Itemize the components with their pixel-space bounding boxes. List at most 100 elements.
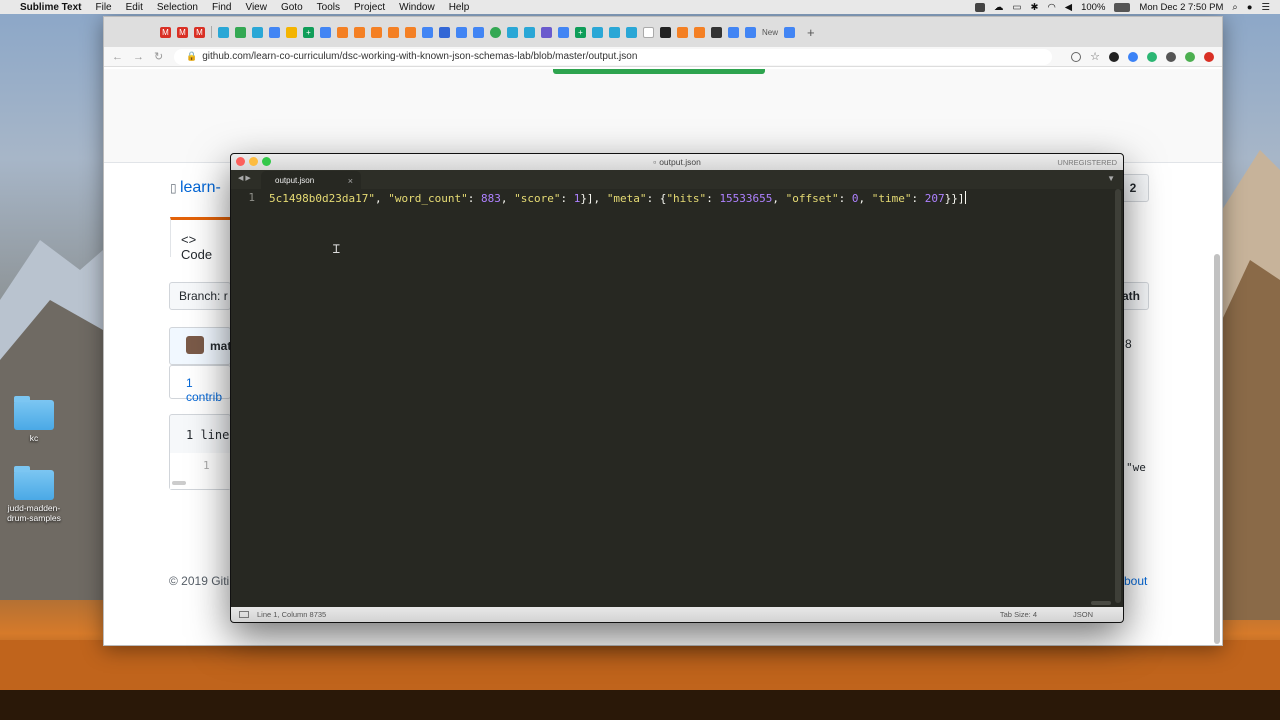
docs-tab-icon[interactable] [422, 26, 433, 38]
contributors-link[interactable]: 1 contrib [186, 376, 230, 404]
new-tab-button[interactable]: + [807, 25, 815, 40]
bluetooth-icon[interactable]: ✱ [1031, 2, 1039, 13]
menu-window[interactable]: Window [399, 2, 435, 13]
tab-icon[interactable] [388, 26, 399, 38]
syntax-setting[interactable]: JSON [1073, 610, 1093, 619]
extension-icon[interactable] [1147, 51, 1157, 62]
menu-app-name[interactable]: Sublime Text [20, 2, 82, 13]
menu-file[interactable]: File [96, 2, 112, 13]
tab-icon[interactable] [609, 26, 620, 38]
cloud-icon[interactable]: ☁ [994, 2, 1004, 13]
tab-icon[interactable] [371, 26, 382, 38]
status-app-icon[interactable] [975, 2, 986, 12]
user-icon[interactable]: ● [1247, 2, 1253, 13]
extension-icon[interactable] [1204, 51, 1214, 62]
docs-tab-icon[interactable] [320, 26, 331, 38]
horizontal-scrollbar[interactable] [1091, 601, 1111, 605]
battery-icon[interactable] [1114, 2, 1131, 12]
profile-avatar[interactable] [1185, 51, 1195, 62]
sheets-tab-icon[interactable]: + [303, 26, 314, 38]
volume-icon[interactable]: ◀ [1065, 2, 1072, 13]
search-icon[interactable]: ⌕ [1232, 2, 1237, 13]
tab-icon[interactable] [439, 26, 450, 38]
sublime-titlebar[interactable]: ▫ output.json UNREGISTERED [231, 154, 1123, 170]
horizontal-scrollbar[interactable] [172, 481, 186, 485]
commit-author[interactable]: mat [210, 339, 231, 353]
desktop-folder[interactable]: kc [6, 396, 62, 443]
tab-size-setting[interactable]: Tab Size: 4 [1000, 610, 1037, 619]
tab-icon[interactable] [490, 26, 501, 38]
close-tab-icon[interactable]: × [348, 176, 353, 186]
gmail-tab-icon[interactable]: M [194, 26, 205, 38]
tab-dropdown-icon[interactable]: ▼ [1107, 174, 1115, 183]
branch-select[interactable]: Branch: r [169, 282, 231, 310]
docs-tab-icon[interactable] [473, 26, 484, 38]
code-line[interactable]: 5c1498b0d23da17", "word_count": 883, "sc… [269, 191, 1028, 205]
footer-about-link[interactable]: bout [1124, 574, 1147, 588]
star-icon[interactable]: ☆ [1090, 50, 1100, 63]
nyt-tab-icon[interactable] [711, 26, 722, 38]
gmail-tab-icon[interactable]: M [160, 26, 171, 38]
airplay-icon[interactable]: ▭ [1013, 2, 1022, 13]
notification-center-icon[interactable]: ☰ [1261, 2, 1270, 13]
tab-output-json[interactable]: output.json × [261, 171, 361, 189]
repo-title[interactable]: ▯ learn- [170, 179, 221, 197]
battery-percent[interactable]: 100% [1081, 2, 1105, 13]
drive-tab-icon[interactable] [235, 26, 246, 38]
url-input[interactable]: 🔒 github.com/learn-co-curriculum/dsc-wor… [174, 48, 1052, 65]
editor-area[interactable]: 1 5c1498b0d23da17", "word_count": 883, "… [231, 189, 1123, 607]
extension-icon[interactable] [1109, 51, 1119, 62]
tab-icon[interactable] [354, 26, 365, 38]
menu-selection[interactable]: Selection [157, 2, 198, 13]
tab-icon[interactable] [592, 26, 603, 38]
minimize-window-icon[interactable] [249, 157, 258, 166]
close-window-icon[interactable] [236, 157, 245, 166]
tab-icon[interactable] [677, 26, 688, 38]
github-tab-icon[interactable] [643, 26, 654, 38]
reload-icon[interactable]: ↻ [154, 50, 168, 63]
panel-toggle-icon[interactable] [239, 611, 249, 618]
menu-goto[interactable]: Goto [281, 2, 303, 13]
sheets-tab-icon[interactable]: + [575, 26, 586, 38]
tab-icon[interactable] [337, 26, 348, 38]
tab-icon[interactable] [507, 26, 518, 38]
desktop-folder[interactable]: judd-madden-drum-samples [6, 466, 62, 523]
signup-button[interactable] [553, 69, 765, 74]
tab-icon[interactable] [784, 26, 796, 38]
page-scrollbar[interactable] [1214, 254, 1220, 644]
menu-edit[interactable]: Edit [126, 2, 143, 13]
docs-tab-icon[interactable] [745, 26, 756, 38]
tab-icon[interactable] [218, 26, 229, 38]
forward-icon[interactable]: → [133, 51, 147, 63]
docs-tab-icon[interactable] [269, 26, 280, 38]
extension-icon[interactable] [1128, 51, 1138, 62]
minimap[interactable] [1043, 189, 1113, 607]
github-tab-icon[interactable] [660, 26, 671, 38]
tab-icon[interactable] [524, 26, 535, 38]
tab-icon[interactable] [405, 26, 416, 38]
menu-find[interactable]: Find [212, 2, 231, 13]
gmail-tab-icon[interactable]: M [177, 26, 188, 38]
tab-icon[interactable] [252, 26, 263, 38]
tab-nav-arrows-icon[interactable]: ◀ ▶ [238, 174, 251, 182]
slides-tab-icon[interactable] [286, 26, 297, 38]
tab-new-label[interactable]: New [762, 28, 778, 37]
docs-tab-icon[interactable] [456, 26, 467, 38]
docs-tab-icon[interactable] [728, 26, 739, 38]
tab-code[interactable]: <> Code [170, 217, 230, 262]
line-number[interactable]: 1 [203, 459, 210, 472]
commit-hash-fragment[interactable]: 8 [1125, 337, 1132, 351]
tab-icon[interactable] [541, 26, 552, 38]
extension-icon[interactable] [1166, 51, 1176, 62]
menu-project[interactable]: Project [354, 2, 385, 13]
clock[interactable]: Mon Dec 2 7:50 PM [1139, 2, 1223, 13]
menu-tools[interactable]: Tools [317, 2, 340, 13]
tab-icon[interactable] [626, 26, 637, 38]
vertical-scrollbar[interactable] [1115, 189, 1121, 603]
zoom-window-icon[interactable] [262, 157, 271, 166]
menu-view[interactable]: View [245, 2, 267, 13]
tab-icon[interactable] [694, 26, 705, 38]
docs-tab-icon[interactable] [558, 26, 569, 38]
menu-help[interactable]: Help [449, 2, 470, 13]
zoom-icon[interactable] [1071, 51, 1082, 62]
